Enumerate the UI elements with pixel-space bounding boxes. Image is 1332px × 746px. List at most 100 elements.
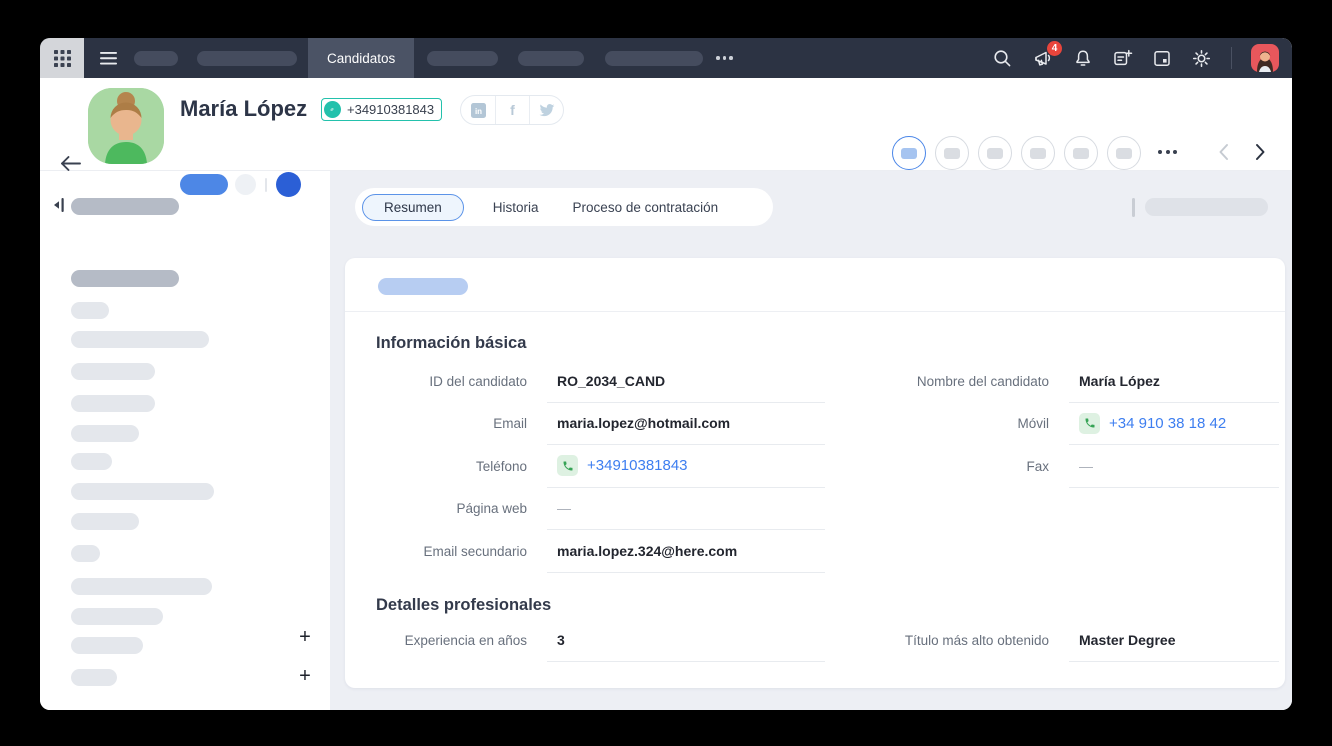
field-row-movil: Móvil +34 910 38 18 42 xyxy=(849,403,1279,446)
search-icon[interactable] xyxy=(992,48,1013,69)
section-title-professional-details: Detalles profesionales xyxy=(376,596,551,615)
sidebar-skeleton-item xyxy=(71,270,179,287)
sidebar-skeleton-item xyxy=(71,513,139,530)
field-value-movil-link[interactable]: +34 910 38 18 42 xyxy=(1069,403,1279,446)
header-skeleton-actions xyxy=(180,172,301,197)
calendar-icon[interactable] xyxy=(1152,48,1172,68)
content-area: + + Resumen Historia Proceso de contrata… xyxy=(40,170,1292,710)
field-label: Teléfono xyxy=(365,445,527,488)
nav-overflow-ellipsis[interactable] xyxy=(716,56,733,60)
phone-number-text: +34 910 38 18 42 xyxy=(1109,415,1226,432)
record-action-button-5[interactable] xyxy=(1064,136,1098,170)
field-value-telefono-link[interactable]: +34910381843 xyxy=(547,445,825,488)
next-record-chevron[interactable] xyxy=(1254,143,1266,161)
menu-icon[interactable] xyxy=(100,52,117,65)
field-label: Móvil xyxy=(849,403,1049,446)
phone-badge-number: +34910381843 xyxy=(341,102,441,117)
record-action-button-3[interactable] xyxy=(978,136,1012,170)
nav-skeleton-pill xyxy=(518,51,584,66)
sidebar-skeleton-item xyxy=(71,198,179,215)
bell-icon[interactable] xyxy=(1073,48,1093,69)
sidebar-skeleton-item xyxy=(71,637,143,654)
field-row-email: Email maria.lopez@hotmail.com xyxy=(365,403,825,446)
hamburger-icon xyxy=(100,52,117,65)
sidebar-skeleton-item xyxy=(71,578,212,595)
back-button[interactable] xyxy=(59,155,82,172)
more-actions-ellipsis[interactable] xyxy=(1158,150,1177,154)
gear-icon[interactable] xyxy=(1191,48,1212,69)
tab-historia[interactable]: Historia xyxy=(493,200,539,215)
sidebar-skeleton-item xyxy=(71,608,163,625)
card-divider xyxy=(345,311,1285,312)
sidebar-add-button-1[interactable]: + xyxy=(294,626,316,648)
field-row-fax: Fax — xyxy=(849,445,1279,488)
sidebar-add-button-2[interactable]: + xyxy=(294,665,316,687)
candidate-name-title: María López xyxy=(180,96,307,122)
navbar-divider xyxy=(1231,47,1232,69)
sidebar-skeleton-item xyxy=(71,483,214,500)
summary-card: Información básica ID del candidato RO_2… xyxy=(345,258,1285,688)
phone-icon xyxy=(1079,413,1100,434)
field-row-pagina-web: Página web — xyxy=(365,488,825,531)
professional-left-column: Experiencia en años 3 xyxy=(365,619,825,662)
social-links: in f xyxy=(460,95,564,125)
tabbar-skeleton-pill xyxy=(1145,198,1268,216)
field-label: Nombre del candidato xyxy=(849,360,1049,403)
announcements-icon[interactable]: 4 xyxy=(1032,48,1054,69)
user-avatar[interactable] xyxy=(1251,44,1279,72)
sidebar-skeleton-item xyxy=(71,425,139,442)
field-value-email: maria.lopez@hotmail.com xyxy=(547,403,825,446)
field-label: Título más alto obtenido xyxy=(849,619,1049,662)
skeleton-circle xyxy=(235,174,256,195)
sync-icon xyxy=(324,101,341,118)
navbar-actions: 4 xyxy=(992,44,1292,72)
sidebar-skeleton-item xyxy=(71,395,155,412)
record-action-button-2[interactable] xyxy=(935,136,969,170)
sidebar-skeleton-item xyxy=(71,363,155,380)
app-window: Candidatos 4 xyxy=(40,38,1292,710)
field-value-fax: — xyxy=(1069,445,1279,488)
sidebar-skeleton-item xyxy=(71,453,112,470)
field-value-titulo: Master Degree xyxy=(1069,619,1279,662)
tab-resumen[interactable]: Resumen xyxy=(362,194,464,221)
compose-icon[interactable] xyxy=(1112,48,1133,69)
field-row-telefono: Teléfono +34910381843 xyxy=(365,445,825,488)
tab-proceso-de-contratacion[interactable]: Proceso de contratación xyxy=(573,200,719,215)
nav-skeleton-pill xyxy=(427,51,498,66)
record-action-button-4[interactable] xyxy=(1021,136,1055,170)
phone-icon xyxy=(557,455,578,476)
skeleton-divider xyxy=(265,178,267,192)
grid-icon xyxy=(54,50,71,67)
sidebar-skeleton-item xyxy=(71,545,100,562)
linkedin-icon[interactable]: in xyxy=(461,96,495,124)
sidebar-skeleton-item xyxy=(71,302,109,319)
sidebar-skeleton-item xyxy=(71,669,117,686)
field-label: Email xyxy=(365,403,527,446)
section-title-basic-info: Información básica xyxy=(376,334,526,353)
previous-record-chevron[interactable] xyxy=(1218,143,1230,161)
record-action-button-6[interactable] xyxy=(1107,136,1141,170)
record-tabs: Resumen Historia Proceso de contratación xyxy=(355,188,773,226)
skeleton-primary-pill xyxy=(180,174,228,195)
field-label: Página web xyxy=(365,488,527,531)
sidebar-collapse-icon[interactable] xyxy=(52,197,65,213)
facebook-icon[interactable]: f xyxy=(495,96,529,124)
nav-tab-candidatos[interactable]: Candidatos xyxy=(308,38,414,78)
record-action-button-1[interactable] xyxy=(892,136,926,170)
field-value-pagina-web: — xyxy=(547,488,825,531)
notification-count-badge: 4 xyxy=(1047,41,1062,56)
field-value-email-secundario: maria.lopez.324@here.com xyxy=(547,530,825,573)
phone-sync-badge[interactable]: +34910381843 xyxy=(321,98,442,121)
tabbar-divider xyxy=(1132,198,1135,217)
field-value-candidate-id: RO_2034_CAND xyxy=(547,360,825,403)
app-launcher-button[interactable] xyxy=(40,38,84,78)
nav-skeleton-pill xyxy=(605,51,703,66)
field-value-nombre: María López xyxy=(1069,360,1279,403)
screenshot-stage: Candidatos 4 xyxy=(0,0,1332,746)
skeleton-blue-circle xyxy=(276,172,301,197)
top-navbar: Candidatos 4 xyxy=(40,38,1292,78)
related-list-sidebar: + + xyxy=(40,170,330,710)
field-row-nombre: Nombre del candidato María López xyxy=(849,360,1279,403)
twitter-icon[interactable] xyxy=(529,96,563,124)
record-header: María López +34910381843 in f xyxy=(40,78,1292,170)
